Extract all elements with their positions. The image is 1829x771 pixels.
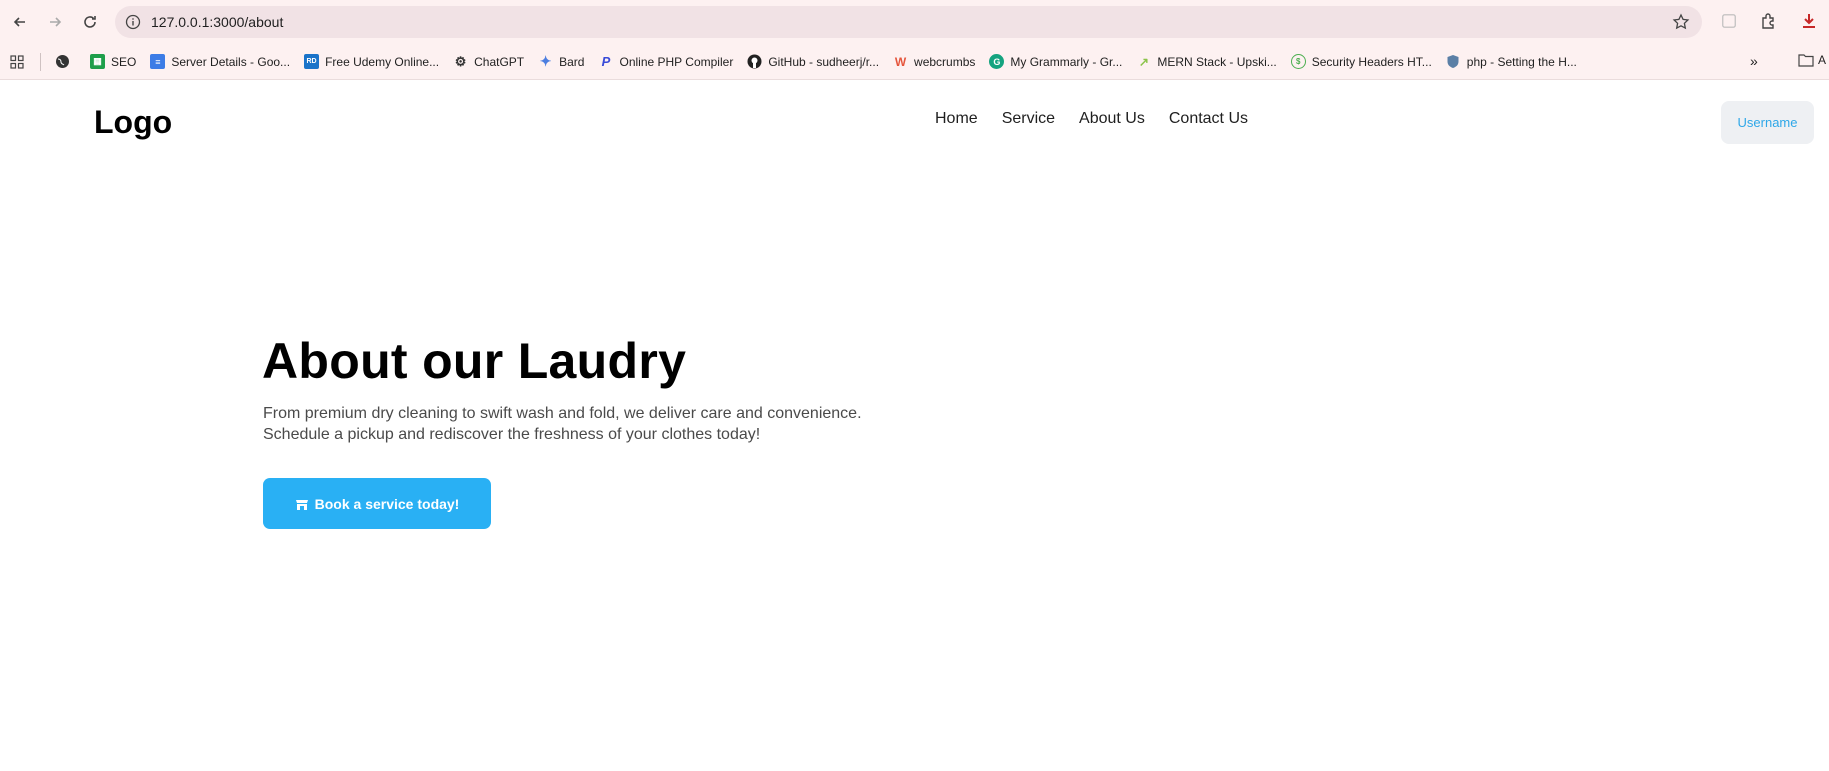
upskill-icon: ↗ bbox=[1138, 54, 1149, 69]
hero-description-line: From premium dry cleaning to swift wash … bbox=[263, 405, 862, 422]
bookmark-label: Server Details - Goo... bbox=[171, 54, 291, 69]
bookmark-webcrumbs[interactable]: W webcrumbs bbox=[893, 54, 976, 69]
username-button[interactable]: Username bbox=[1721, 101, 1814, 144]
store-icon bbox=[295, 499, 308, 510]
hero-description-line: Schedule a pickup and rediscover the fre… bbox=[263, 426, 761, 443]
more-bookmarks-chevron-icon[interactable]: » bbox=[1750, 53, 1758, 69]
globe-icon bbox=[55, 54, 70, 69]
reload-icon bbox=[84, 16, 96, 28]
book-service-label: Book a service today! bbox=[314, 495, 460, 512]
address-bar[interactable]: 127.0.0.1:3000/about bbox=[115, 6, 1702, 38]
browser-toolbar: 127.0.0.1:3000/about bbox=[0, 0, 1829, 44]
bookmark-globe[interactable] bbox=[55, 54, 76, 69]
bookmarks-bar: ▦ SEO ≡ Server Details - Goo... RD Free … bbox=[0, 44, 1829, 80]
extension-placeholder-icon[interactable] bbox=[1718, 10, 1740, 32]
back-button[interactable] bbox=[6, 8, 34, 36]
webcrumbs-icon: W bbox=[894, 54, 907, 69]
extensions-puzzle-icon[interactable] bbox=[1758, 10, 1780, 32]
bookmark-star-icon[interactable] bbox=[1672, 13, 1690, 31]
forward-button[interactable] bbox=[41, 8, 69, 36]
bookmark-label: webcrumbs bbox=[914, 54, 976, 69]
bookmark-label: SEO bbox=[111, 54, 137, 69]
bookmark-folder-label: A bbox=[1818, 53, 1827, 67]
site-logo[interactable]: Logo bbox=[94, 104, 172, 141]
folder-icon bbox=[1798, 54, 1814, 67]
browser-extensions bbox=[1718, 10, 1820, 32]
main-navigation: Home Service About Us Contact Us bbox=[935, 110, 1248, 128]
download-icon[interactable] bbox=[1798, 10, 1820, 32]
nav-home-link[interactable]: Home bbox=[935, 110, 978, 128]
apps-grid-icon[interactable] bbox=[10, 54, 24, 69]
shield-icon bbox=[1446, 54, 1461, 69]
arrow-right-icon bbox=[50, 17, 62, 27]
bookmark-label: ChatGPT bbox=[474, 54, 525, 69]
php-icon: P bbox=[601, 54, 611, 69]
bookmark-label: php - Setting the H... bbox=[1466, 54, 1577, 69]
bookmark-bard[interactable]: ✦ Bard bbox=[538, 53, 585, 69]
bookmark-mern-stack[interactable]: ↗ MERN Stack - Upski... bbox=[1136, 54, 1277, 69]
arrow-left-icon bbox=[13, 17, 25, 27]
bookmark-seo[interactable]: ▦ SEO bbox=[90, 54, 136, 69]
docs-icon: ≡ bbox=[150, 54, 166, 69]
bookmark-php-compiler[interactable]: P Online PHP Compiler bbox=[598, 54, 734, 69]
bookmark-label: MERN Stack - Upski... bbox=[1157, 54, 1277, 69]
bookmark-security-headers[interactable]: $ Security Headers HT... bbox=[1290, 54, 1432, 69]
bookmark-label: GitHub - sudheerj/r... bbox=[768, 54, 880, 69]
bookmark-server-details[interactable]: ≡ Server Details - Goo... bbox=[150, 54, 290, 69]
bookmark-udemy[interactable]: RD Free Udemy Online... bbox=[304, 54, 439, 69]
sheets-icon: ▦ bbox=[90, 54, 105, 69]
url-text[interactable]: 127.0.0.1:3000/about bbox=[151, 14, 1672, 30]
page-title: About our Laudry bbox=[262, 333, 687, 389]
bookmark-github[interactable]: GitHub - sudheerj/r... bbox=[747, 54, 879, 69]
page-content: Logo Home Service About Us Contact Us Us… bbox=[0, 80, 1829, 771]
nav-service-link[interactable]: Service bbox=[1002, 110, 1055, 128]
grammarly-icon: G bbox=[989, 54, 1005, 69]
book-service-button[interactable]: Book a service today! bbox=[263, 478, 491, 529]
hero-description: From premium dry cleaning to swift wash … bbox=[263, 403, 903, 445]
nav-about-link[interactable]: About Us bbox=[1079, 110, 1145, 128]
bookmark-label: My Grammarly - Gr... bbox=[1010, 54, 1123, 69]
info-icon[interactable] bbox=[125, 14, 141, 30]
github-icon bbox=[747, 54, 762, 69]
bookmark-php-setting[interactable]: php - Setting the H... bbox=[1446, 54, 1577, 69]
bookmark-folder[interactable]: A bbox=[1798, 53, 1826, 67]
security-icon: $ bbox=[1290, 54, 1306, 69]
bookmark-chatgpt[interactable]: ⚙ ChatGPT bbox=[453, 54, 524, 69]
bard-icon: ✦ bbox=[539, 53, 552, 69]
rd-icon: RD bbox=[304, 54, 320, 69]
bookmark-label: Free Udemy Online... bbox=[325, 54, 440, 69]
reload-button[interactable] bbox=[76, 8, 104, 36]
bookmarks-divider bbox=[40, 52, 41, 71]
bookmark-grammarly[interactable]: G My Grammarly - Gr... bbox=[989, 54, 1122, 69]
bookmark-label: Bard bbox=[559, 54, 585, 69]
bookmark-label: Security Headers HT... bbox=[1311, 54, 1432, 69]
nav-contact-link[interactable]: Contact Us bbox=[1169, 110, 1248, 128]
openai-icon: ⚙ bbox=[454, 53, 467, 69]
bookmark-label: Online PHP Compiler bbox=[619, 54, 734, 69]
